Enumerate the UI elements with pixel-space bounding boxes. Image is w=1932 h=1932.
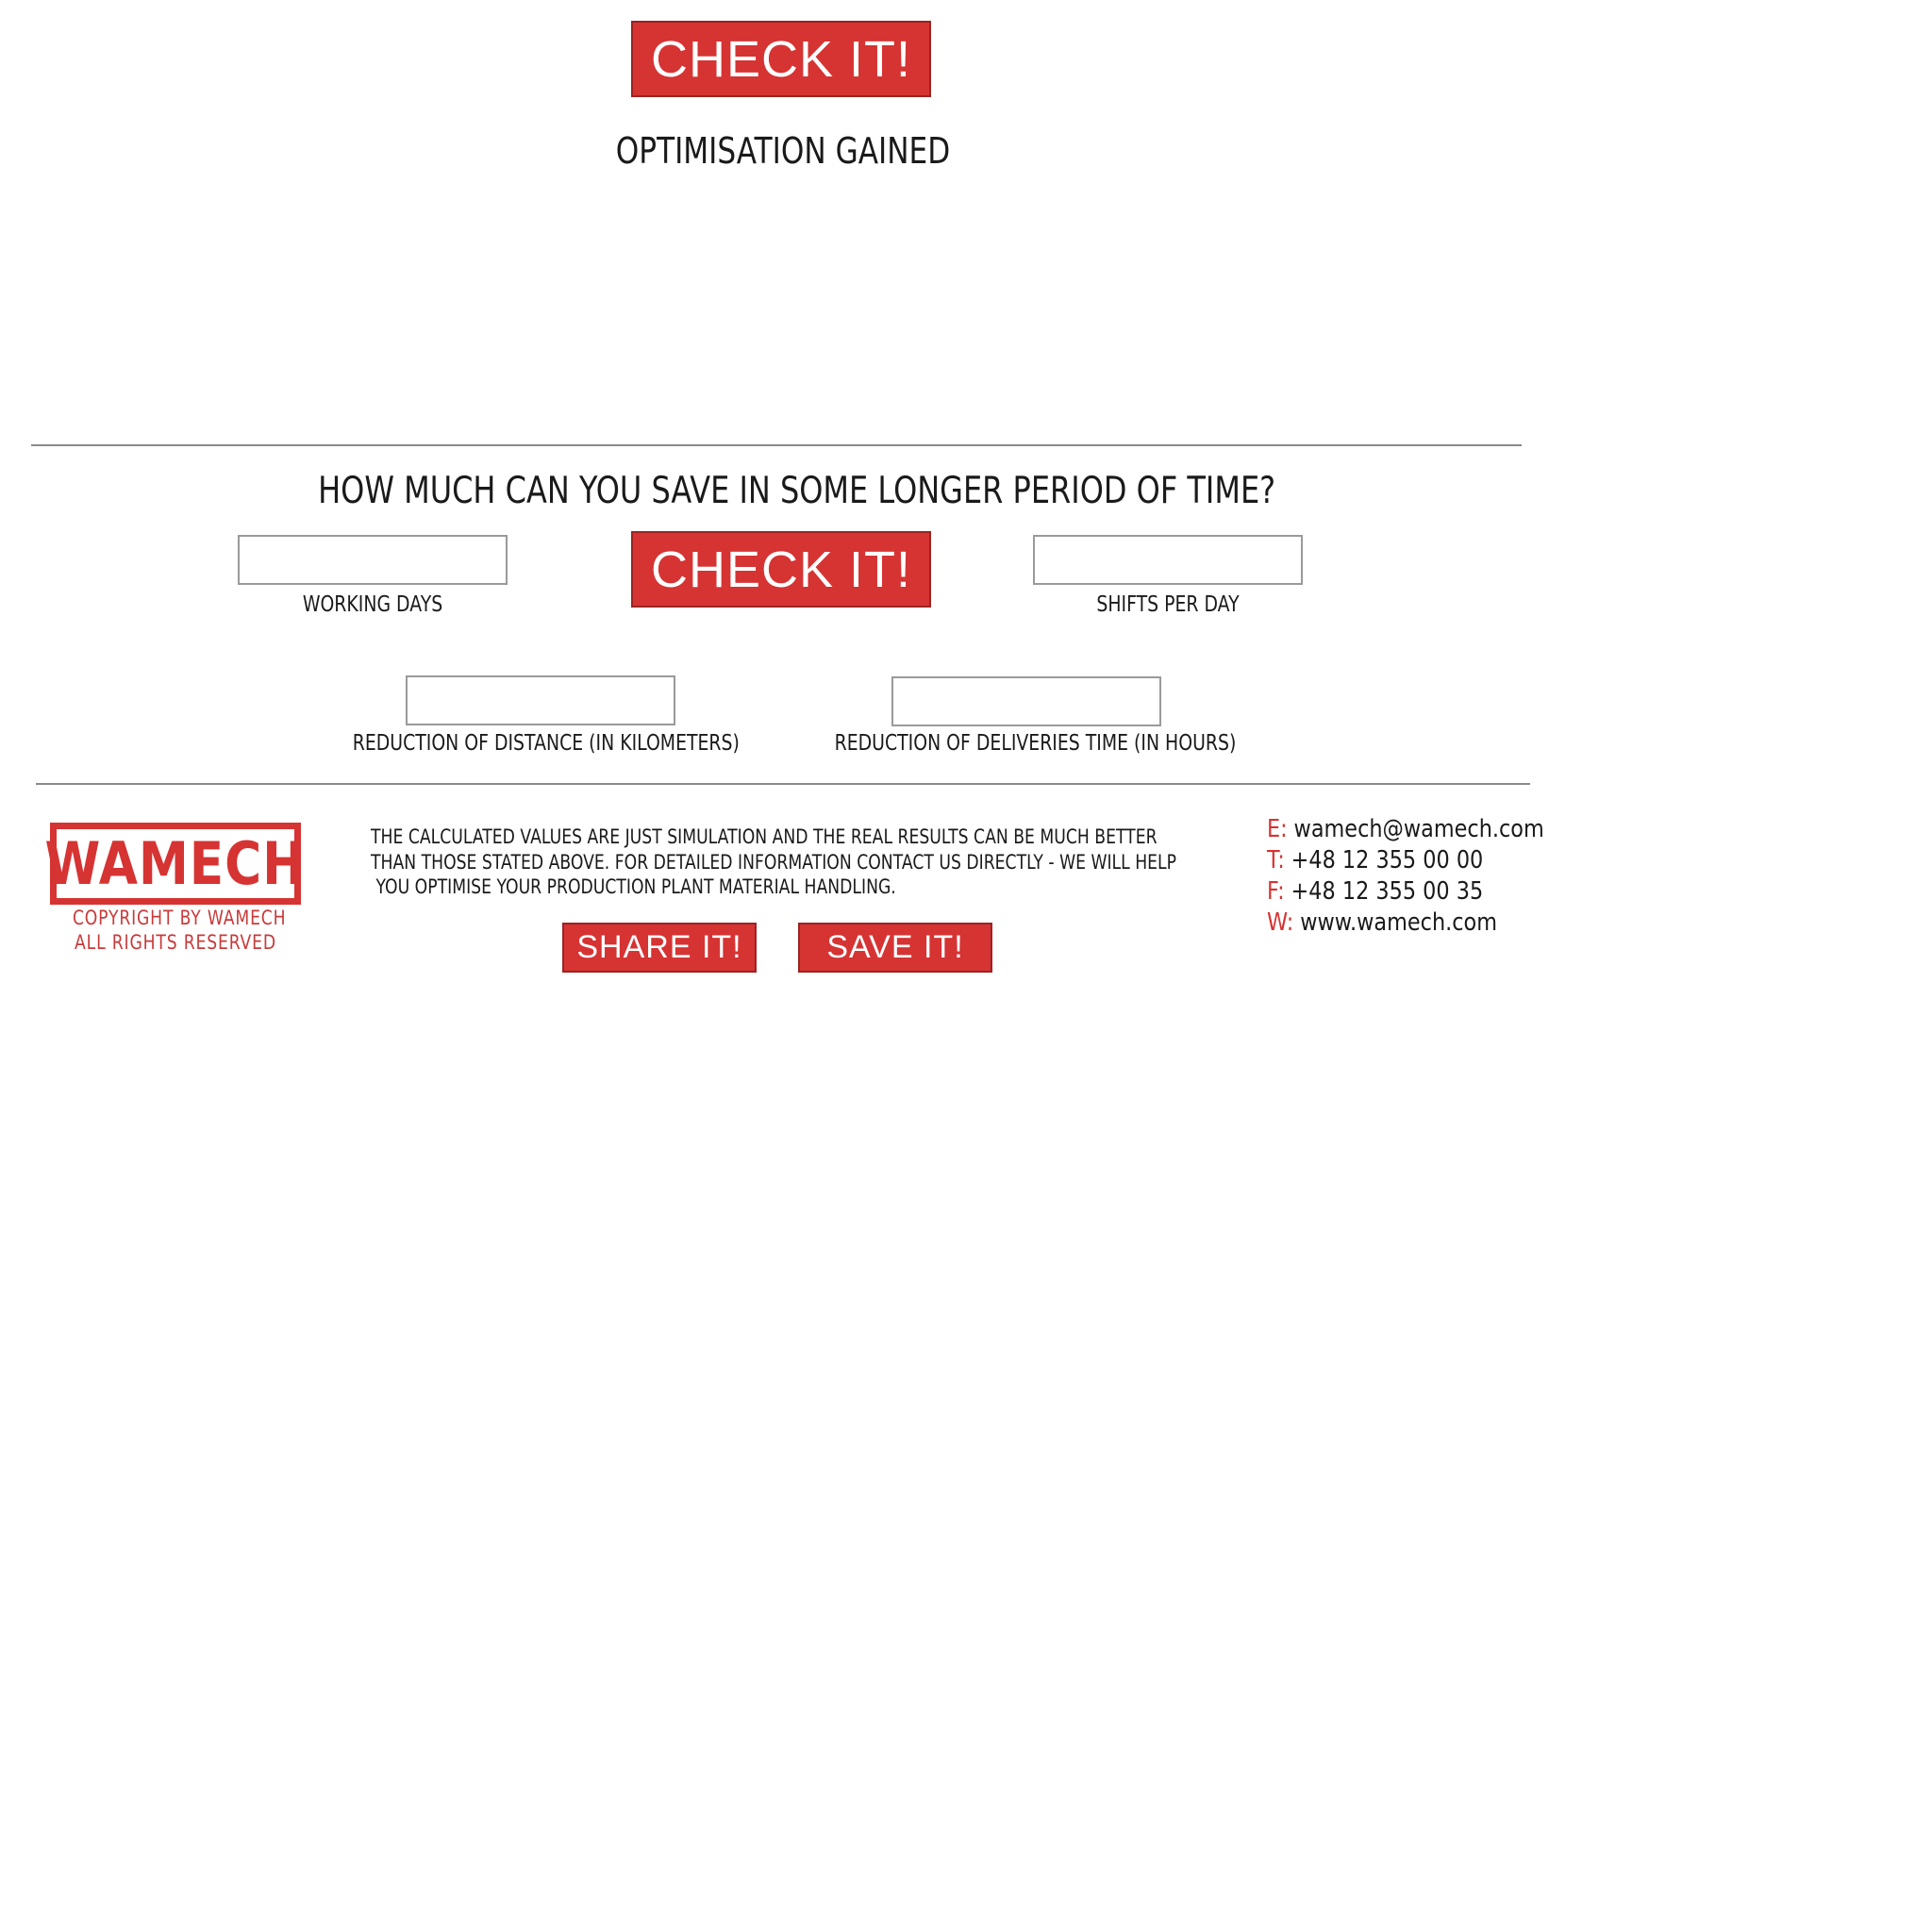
working-days-input[interactable] xyxy=(238,535,508,585)
disclaimer-line: THE CALCULATED VALUES ARE JUST SIMULATIO… xyxy=(371,825,1158,848)
distance-reduction-label: REDUCTION OF DISTANCE (IN KILOMETERS) xyxy=(352,731,740,756)
email-key: E: xyxy=(1267,815,1288,843)
contact-email: E: wamech@wamech.com xyxy=(1267,815,1544,843)
section-divider-bottom xyxy=(36,783,1530,785)
optimisation-gained-title: OPTIMISATION GAINED xyxy=(615,130,951,172)
check-optimisation-button[interactable]: CHECK IT! xyxy=(631,21,931,97)
check-period-button[interactable]: CHECK IT! xyxy=(631,531,931,608)
phone-key: T: xyxy=(1267,846,1285,874)
phone-number: +48 12 355 00 00 xyxy=(1291,846,1484,874)
working-days-label: WORKING DAYS xyxy=(302,592,443,617)
wamech-logo: WAMECH xyxy=(45,823,305,905)
fax-number: +48 12 355 00 35 xyxy=(1291,877,1484,906)
delivery-time-reduction-input[interactable] xyxy=(891,676,1161,726)
save-button[interactable]: SAVE IT! xyxy=(798,923,992,973)
share-button[interactable]: SHARE IT! xyxy=(562,923,757,973)
fax-key: F: xyxy=(1267,877,1285,906)
disclaimer-line: YOU OPTIMISE YOUR PRODUCTION PLANT MATER… xyxy=(371,875,896,898)
website-link[interactable]: www.wamech.com xyxy=(1300,908,1497,937)
contact-fax: F: +48 12 355 00 35 xyxy=(1267,877,1483,906)
email-link[interactable]: wamech@wamech.com xyxy=(1294,815,1544,843)
disclaimer-text: THE CALCULATED VALUES ARE JUST SIMULATIO… xyxy=(371,824,1177,900)
distance-reduction-input[interactable] xyxy=(406,675,675,725)
section-divider-top xyxy=(31,444,1522,446)
web-key: W: xyxy=(1267,908,1294,937)
disclaimer-line: THAN THOSE STATED ABOVE. FOR DETAILED IN… xyxy=(371,850,1177,874)
period-question-heading: HOW MUCH CAN YOU SAVE IN SOME LONGER PER… xyxy=(318,470,1276,512)
shifts-per-day-input[interactable] xyxy=(1033,535,1303,585)
copyright-line-2: ALL RIGHTS RESERVED xyxy=(75,931,276,954)
contact-phone: T: +48 12 355 00 00 xyxy=(1267,846,1483,874)
shifts-per-day-label: SHIFTS PER DAY xyxy=(1096,592,1240,617)
logo-text: WAMECH xyxy=(44,828,307,898)
copyright-line-1: COPYRIGHT BY WAMECH xyxy=(72,907,287,929)
delivery-time-reduction-label: REDUCTION OF DELIVERIES TIME (IN HOURS) xyxy=(834,731,1237,756)
contact-web: W: www.wamech.com xyxy=(1267,908,1497,937)
